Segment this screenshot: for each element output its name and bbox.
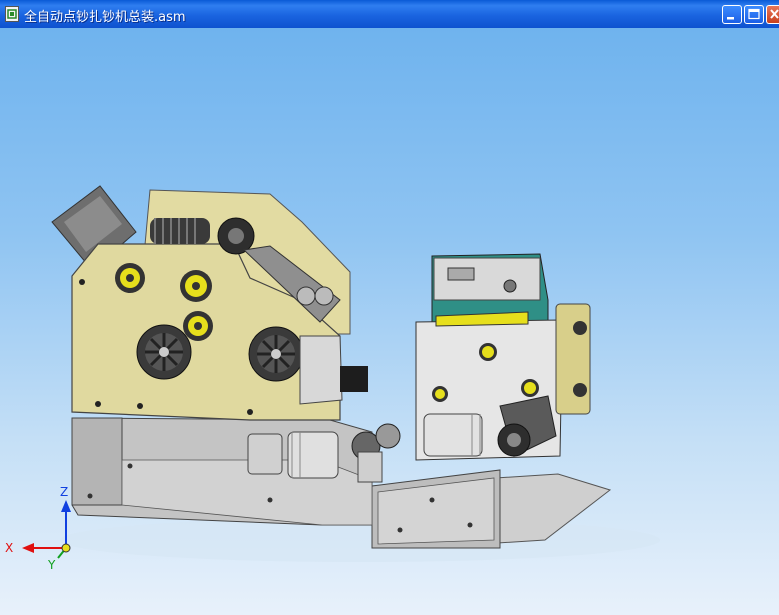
yellow-wheel (432, 386, 448, 402)
spring-roller (150, 218, 210, 244)
yellow-wheel (479, 343, 497, 361)
yellow-wheel (180, 270, 212, 302)
side-block (555, 303, 591, 415)
feed-roller-hub (228, 228, 244, 244)
left-side-wall (71, 417, 123, 506)
bolt (247, 409, 253, 415)
close-icon (770, 9, 779, 19)
top-panel-knob (503, 279, 517, 293)
bolt-hole (267, 497, 273, 503)
side-block-hole (573, 383, 587, 397)
title-bar[interactable]: 全自动点钞扎钞机总装.asm (0, 0, 779, 28)
x-arrow-icon (22, 543, 34, 553)
bolt-hole (127, 463, 133, 469)
sensor-block (340, 366, 368, 392)
cylinder-motor (247, 431, 339, 479)
z-axis-label: Z (60, 485, 69, 499)
axis-triad (22, 500, 71, 559)
pulley (314, 286, 334, 306)
z-arrow-icon (61, 500, 71, 512)
bolt-hole (467, 522, 473, 528)
bolt-hole (87, 493, 93, 499)
side-block-hole (573, 321, 587, 335)
assembly-document-icon (5, 6, 19, 22)
guide-plate (299, 335, 343, 405)
spoked-wheel (136, 324, 192, 380)
cad-window: 全自动点钞扎钞机总装.asm Z X Y (0, 0, 779, 615)
top-panel-slot (447, 267, 475, 281)
x-axis-label: X (5, 541, 14, 555)
bolt-hole (397, 527, 403, 533)
maximize-icon (748, 8, 760, 20)
yellow-wheel (183, 311, 213, 341)
bolt (137, 403, 143, 409)
minimize-button[interactable] (722, 5, 742, 24)
assembly-model[interactable] (0, 28, 779, 615)
minimize-icon (727, 17, 734, 20)
spoked-wheel (248, 326, 304, 382)
bolt (95, 401, 101, 407)
y-axis-label: Y (48, 558, 56, 572)
maximize-button[interactable] (744, 5, 764, 24)
window-title: 全自动点钞扎钞机总装.asm (24, 10, 186, 25)
yellow-wheel (521, 379, 539, 397)
bolt-hole (429, 497, 435, 503)
graphics-viewport[interactable]: Z X Y (0, 28, 779, 615)
yellow-wheel (115, 263, 145, 293)
origin-icon (61, 543, 71, 553)
pulley (296, 286, 316, 306)
close-button[interactable] (766, 5, 779, 24)
bolt (79, 279, 85, 285)
cylinder-motor (423, 413, 483, 457)
